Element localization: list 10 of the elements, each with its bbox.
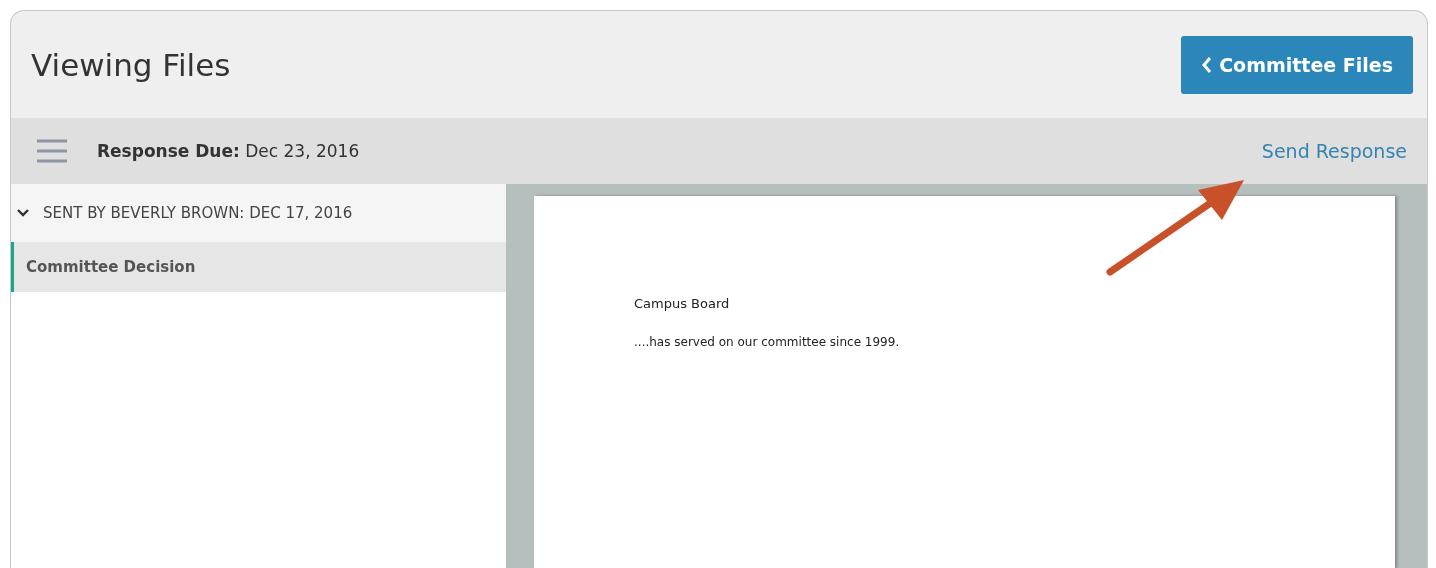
page-title: Viewing Files xyxy=(31,46,231,83)
document-text: ....has served on our committee since 1999. xyxy=(634,335,901,349)
menu-icon[interactable] xyxy=(37,139,67,163)
send-response-link[interactable]: Send Response xyxy=(1261,140,1407,162)
file-item[interactable]: Committee Decision xyxy=(11,242,506,292)
chevron-left-icon xyxy=(1201,55,1214,74)
committee-files-button[interactable]: Committee Files xyxy=(1181,35,1413,94)
response-due-text: Response Due: Dec 23, 2016 xyxy=(97,141,361,161)
document-heading: Campus Board xyxy=(634,296,731,311)
sender-group-header[interactable]: SENT BY BEVERLY BROWN: DEC 17, 2016 xyxy=(11,184,506,242)
